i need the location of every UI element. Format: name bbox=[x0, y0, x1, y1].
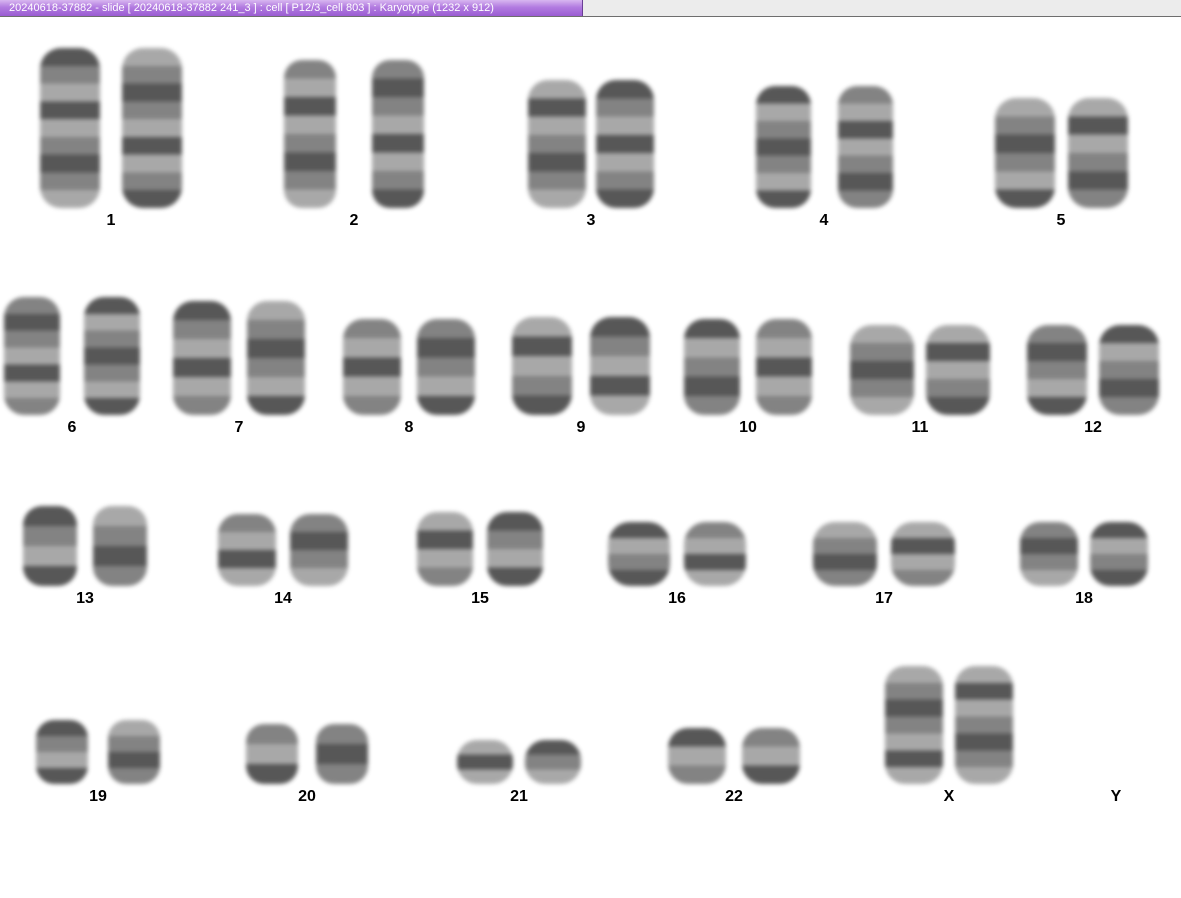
chromosome-21-copy-1[interactable] bbox=[457, 740, 513, 784]
chromosome-label-15: 15 bbox=[471, 590, 489, 607]
chromosome-label-10: 10 bbox=[739, 419, 757, 436]
chromosome-13-copy-2[interactable] bbox=[93, 506, 147, 586]
chromosome-label-7: 7 bbox=[234, 419, 244, 436]
chromosome-13-copy-1[interactable] bbox=[23, 506, 77, 586]
chromosome-label-2: 2 bbox=[349, 212, 359, 229]
chromosome-label-9: 9 bbox=[576, 419, 586, 436]
chromosome-6-copy-2[interactable] bbox=[84, 297, 140, 415]
chromosome-8-copy-2[interactable] bbox=[417, 319, 475, 415]
window-title: 20240618-37882 - slide [ 20240618-37882 … bbox=[0, 0, 583, 16]
chromosome-label-8: 8 bbox=[404, 419, 414, 436]
chromosome-label-21: 21 bbox=[510, 788, 528, 805]
chromosome-3-copy-2[interactable] bbox=[596, 80, 654, 208]
chromosome-label-y: Y bbox=[1110, 788, 1122, 805]
chromosome-label-14: 14 bbox=[274, 590, 292, 607]
chromosome-label-16: 16 bbox=[668, 590, 686, 607]
chromosome-7-copy-2[interactable] bbox=[247, 301, 305, 415]
chromosome-6-copy-1[interactable] bbox=[4, 297, 60, 415]
chromosome-15-copy-1[interactable] bbox=[417, 512, 473, 586]
chromosome-12-copy-1[interactable] bbox=[1027, 325, 1087, 415]
chromosome-label-3: 3 bbox=[586, 212, 596, 229]
chromosome-2-copy-1[interactable] bbox=[284, 60, 336, 208]
chromosome-1-copy-1[interactable] bbox=[40, 48, 100, 208]
chromosome-8-copy-1[interactable] bbox=[343, 319, 401, 415]
chromosome-label-11: 11 bbox=[911, 419, 929, 436]
chromosome-label-1: 1 bbox=[106, 212, 116, 229]
chromosome-1-copy-2[interactable] bbox=[122, 48, 182, 208]
chromosome-20-copy-2[interactable] bbox=[316, 724, 368, 784]
chromosome-14-copy-1[interactable] bbox=[218, 514, 276, 586]
chromosome-21-copy-2[interactable] bbox=[525, 740, 581, 784]
chromosome-10-copy-1[interactable] bbox=[684, 319, 740, 415]
chromosome-label-12: 12 bbox=[1084, 419, 1102, 436]
chromosome-22-copy-2[interactable] bbox=[742, 728, 800, 784]
chromosome-19-copy-2[interactable] bbox=[108, 720, 160, 784]
chromosome-10-copy-2[interactable] bbox=[756, 319, 812, 415]
chromosome-label-6: 6 bbox=[67, 419, 77, 436]
chromosome-label-17: 17 bbox=[875, 590, 893, 607]
chromosome-label-18: 18 bbox=[1075, 590, 1093, 607]
chromosome-12-copy-2[interactable] bbox=[1099, 325, 1159, 415]
chromosome-16-copy-1[interactable] bbox=[608, 522, 670, 586]
chromosome-20-copy-1[interactable] bbox=[246, 724, 298, 784]
karyogram-panel: 1 2 3 4 5 6 7 8 9 10 11 12 13 14 15 16 17 18 19 20 21 22 X Y bbox=[0, 17, 1181, 898]
chromosome-11-copy-2[interactable] bbox=[926, 325, 990, 415]
chromosome-18-copy-2[interactable] bbox=[1090, 522, 1148, 586]
chromosome-label-22: 22 bbox=[725, 788, 743, 805]
chromosome-15-copy-2[interactable] bbox=[487, 512, 543, 586]
chromosome-5-copy-1[interactable] bbox=[994, 98, 1055, 208]
chromosome-7-copy-1[interactable] bbox=[173, 301, 231, 415]
chromosome-label-4: 4 bbox=[819, 212, 829, 229]
chromosome-9-copy-1[interactable] bbox=[512, 317, 572, 415]
chromosome-4-copy-2[interactable] bbox=[837, 86, 893, 208]
chromosome-label-x: X bbox=[943, 788, 955, 805]
chromosome-x-copy-1[interactable] bbox=[885, 666, 943, 784]
chromosome-x-copy-2[interactable] bbox=[955, 666, 1013, 784]
chromosome-label-19: 19 bbox=[89, 788, 107, 805]
chromosome-14-copy-2[interactable] bbox=[290, 514, 348, 586]
chromosome-22-copy-1[interactable] bbox=[668, 728, 726, 784]
chromosome-3-copy-1[interactable] bbox=[528, 80, 586, 208]
chromosome-19-copy-1[interactable] bbox=[36, 720, 88, 784]
window-titlebar[interactable]: 20240618-37882 - slide [ 20240618-37882 … bbox=[0, 0, 1181, 17]
chromosome-16-copy-2[interactable] bbox=[684, 522, 746, 586]
chromosome-17-copy-1[interactable] bbox=[813, 522, 877, 586]
chromosome-5-copy-2[interactable] bbox=[1067, 98, 1128, 208]
chromosome-label-5: 5 bbox=[1056, 212, 1066, 229]
chromosome-9-copy-2[interactable] bbox=[590, 317, 650, 415]
chromosome-label-13: 13 bbox=[76, 590, 94, 607]
chromosome-18-copy-1[interactable] bbox=[1020, 522, 1078, 586]
chromosome-4-copy-1[interactable] bbox=[755, 86, 811, 208]
chromosome-17-copy-2[interactable] bbox=[891, 522, 955, 586]
chromosome-11-copy-1[interactable] bbox=[850, 325, 914, 415]
chromosome-label-20: 20 bbox=[298, 788, 316, 805]
chromosome-2-copy-2[interactable] bbox=[372, 60, 424, 208]
